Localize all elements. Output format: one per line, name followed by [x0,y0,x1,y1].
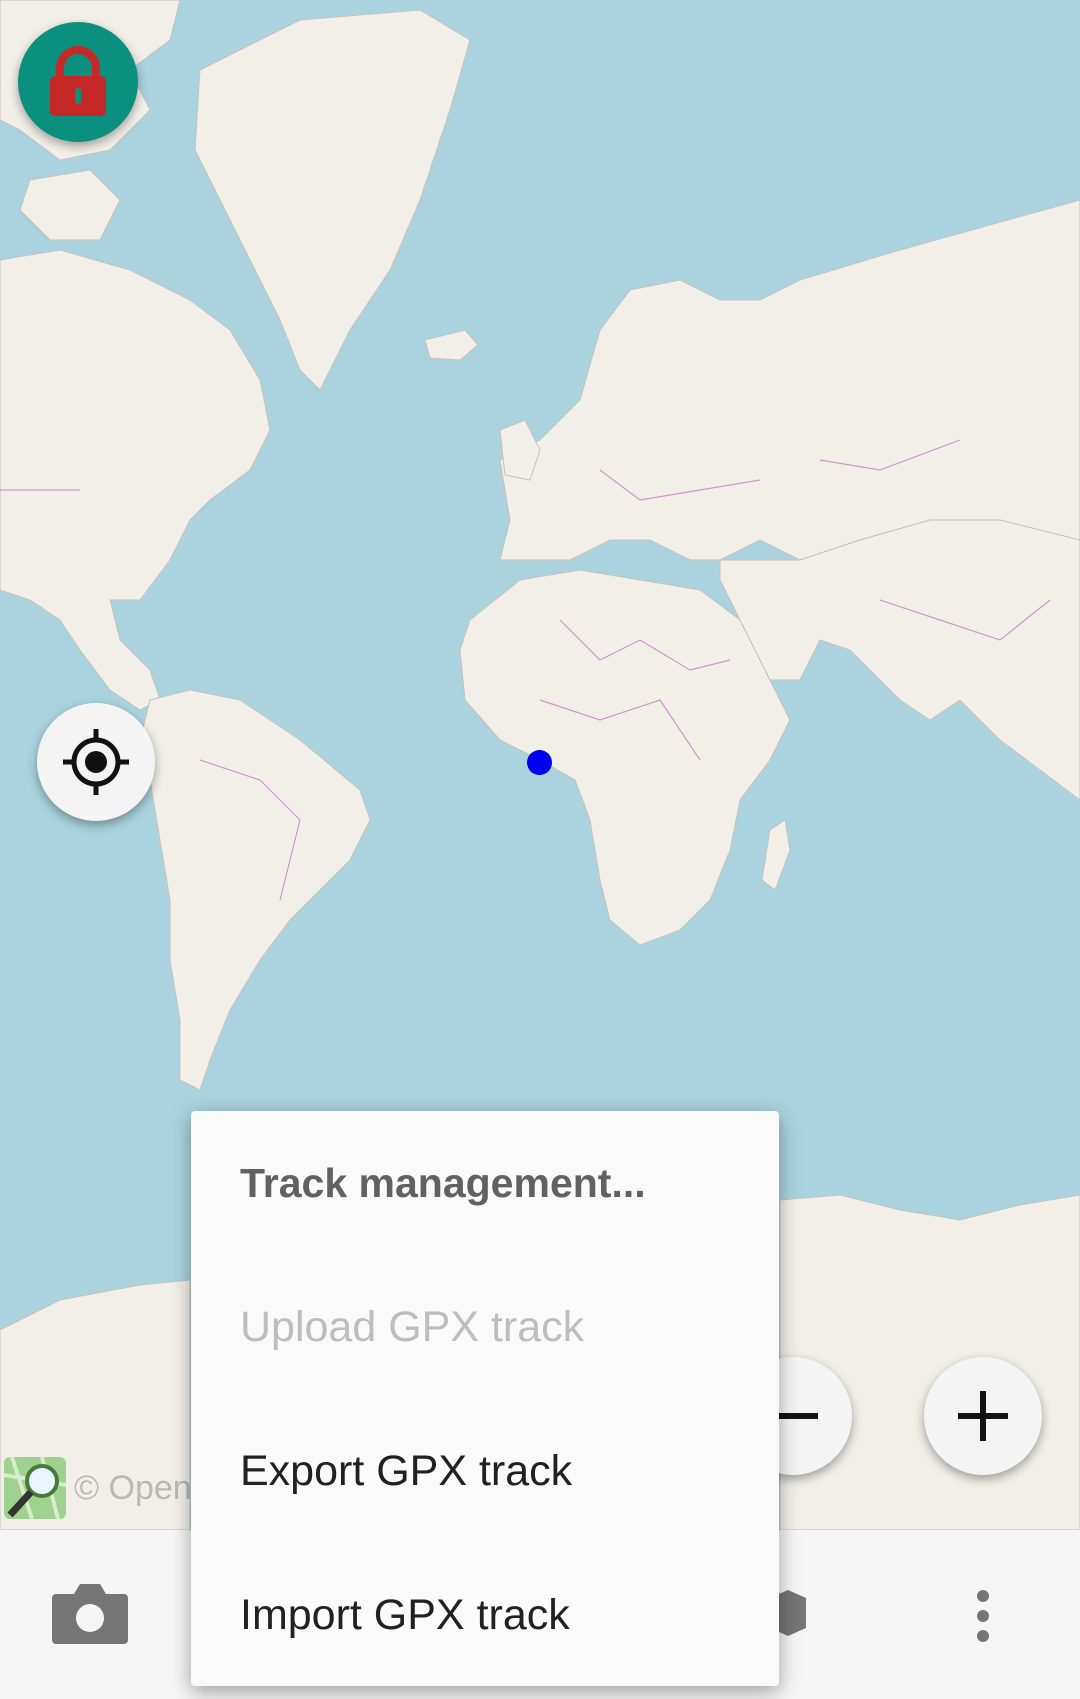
track-management-menu: Track management... Upload GPX track Exp… [191,1111,779,1686]
lock-button[interactable] [18,22,138,142]
camera-button[interactable] [52,1580,128,1649]
attribution-text: © Open [74,1468,192,1507]
more-options-button[interactable] [975,1590,991,1647]
map-attribution[interactable]: © Open [2,1455,192,1521]
camera-icon [52,1584,128,1644]
my-location-button[interactable] [37,703,155,821]
current-location-marker [527,750,552,775]
more-vert-icon [977,1590,989,1642]
plus-icon [958,1391,1008,1441]
menu-item-export-gpx[interactable]: Export GPX track [191,1399,779,1543]
lock-icon [50,46,106,116]
menu-item-import-gpx[interactable]: Import GPX track [191,1543,779,1687]
menu-item-upload-gpx: Upload GPX track [240,1302,585,1351]
menu-title: Track management... [240,1159,646,1206]
osm-logo-icon [3,1456,67,1520]
zoom-in-button[interactable] [924,1357,1042,1475]
crosshair-icon [63,729,129,795]
